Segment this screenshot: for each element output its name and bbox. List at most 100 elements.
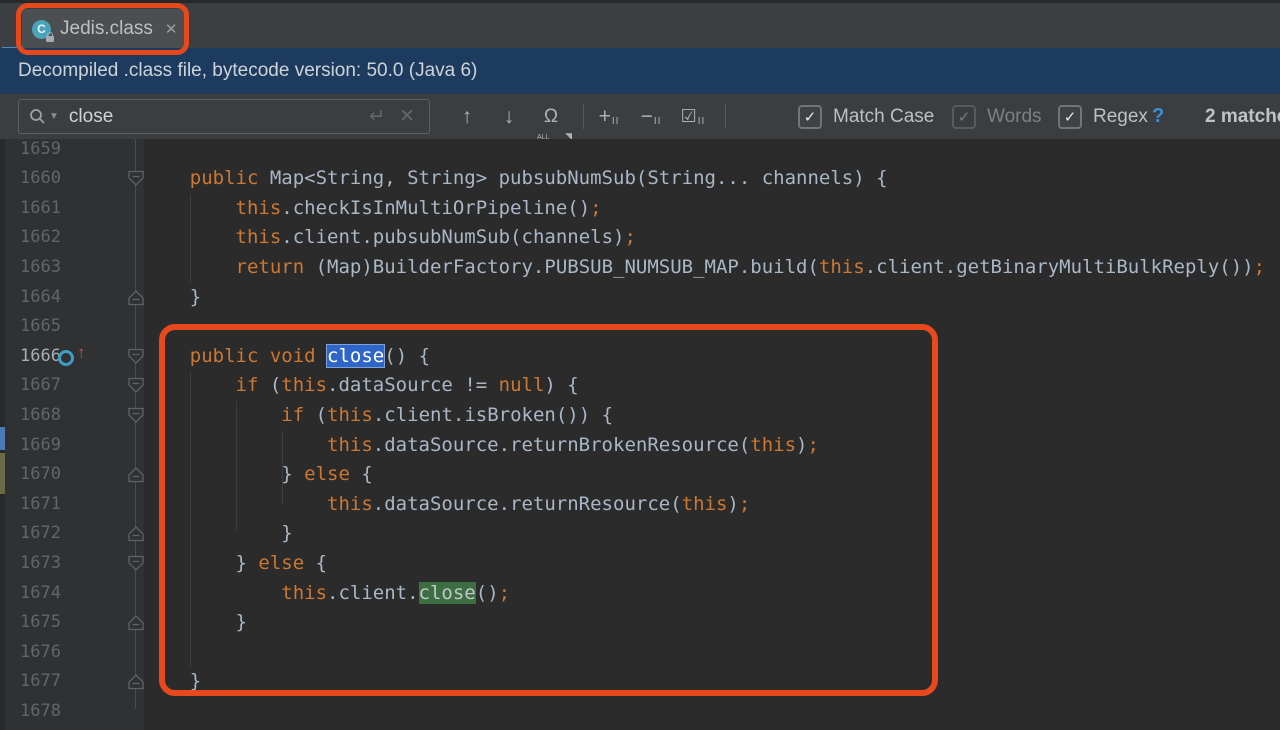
code-editor[interactable]: 1659 1660 public Map<String, String> pubs… [0,139,1280,730]
code-line: 1677 } [0,667,1280,697]
code-text: this.client.close(); [144,581,511,604]
code-line: 1670 } else { [0,460,1280,490]
toolbar-separator [583,104,584,129]
code-line: 1676 [0,638,1280,668]
code-text: this.client.pubsubNumSub(channels); [144,226,636,249]
line-number: 1676 [20,641,61,662]
code-line: 1678 [0,697,1280,727]
line-number: 1661 [20,197,61,218]
clear-search-icon[interactable]: ✕ [399,105,415,128]
code-line: 1675 } [0,608,1280,638]
next-occurrence-button[interactable]: ↓ [497,94,521,139]
line-number: 1672 [20,523,61,544]
fold-region-start-icon[interactable] [126,555,146,577]
search-field[interactable]: ▼ close ↵ ✕ [18,99,430,134]
fold-region-end-icon[interactable] [126,614,146,636]
toggle-match-case[interactable]: ✓ Match Case [798,94,934,139]
line-number: 1677 [20,671,61,692]
code-text: this.dataSource.returnBrokenResource(thi… [144,433,819,456]
code-line: 1668 if (this.client.isBroken()) { [0,401,1280,431]
code-text: this.dataSource.returnResource(this); [144,492,751,515]
search-history-dropdown-icon[interactable]: ▼ [49,111,59,122]
code-line: 1674 this.client.close(); [0,579,1280,609]
regex-help-icon[interactable]: ? [1152,94,1164,139]
tab-jedis-class[interactable]: C Jedis.class ✕ [22,9,188,49]
toolbar-separator [725,104,726,129]
fold-region-start-icon[interactable] [126,407,146,429]
search-magnifier-icon[interactable]: ▼ [29,108,59,126]
code-line: 1659 [0,139,1280,164]
code-line: 1666 ↑ public void close() { [0,342,1280,372]
line-number: 1673 [20,552,61,573]
code-line: 1663 return (Map)BuilderFactory.PUBSUB_N… [0,253,1280,283]
fold-region-end-icon[interactable] [126,289,146,311]
code-line: 1661 this.checkIsInMultiOrPipeline(); [0,194,1280,224]
words-checkbox-icon[interactable]: ✓ [952,104,976,129]
select-all-occurrences-button[interactable]: ☑ II [676,94,710,139]
fold-region-start-icon[interactable] [126,170,146,192]
code-text: if (this.client.isBroken()) { [144,403,614,426]
fold-region-end-icon[interactable] [126,673,146,695]
code-text: } [144,522,293,545]
line-number: 1674 [20,582,61,603]
match-case-checkbox-icon[interactable]: ✓ [798,104,822,129]
code-line: 1660 public Map<String, String> pubsubNu… [0,164,1280,194]
search-status: 2 matches [1205,105,1280,127]
code-text: } [144,670,202,693]
line-number: 1667 [20,375,61,396]
decompiler-notification-banner: Decompiled .class file, bytecode version… [0,48,1280,94]
line-number: 1671 [20,493,61,514]
line-number: 1659 [20,139,61,159]
toggle-regex[interactable]: ✓ Regex [1058,94,1148,139]
line-number: 1663 [20,256,61,277]
line-number: 1670 [20,464,61,485]
line-number: 1665 [20,316,61,337]
line-number: 1669 [20,434,61,455]
code-text: public void setDataSource(Pool<Jedis> je… [144,727,1117,730]
code-line: 1664 } [0,283,1280,313]
tab-close-icon[interactable]: ✕ [165,20,178,38]
code-line: 1662 this.client.pubsubNumSub(channels); [0,223,1280,253]
code-text: } [144,611,247,634]
class-file-icon: C [32,19,54,42]
previous-occurrence-button[interactable]: ↑ [455,94,479,139]
remove-selection-button[interactable]: − II [636,94,666,139]
code-text: return (Map)BuilderFactory.PUBSUB_NUMSUB… [144,255,1266,278]
find-toolbar: ▼ close ↵ ✕ ↑ ↓ ΩALL◥ +II −II ☑II ▼ ✓ Ma… [0,94,1280,186]
code-text: public void close() { [144,344,431,367]
toggle-words[interactable]: ✓ Words [952,94,1042,139]
line-number: 1668 [20,404,61,425]
search-input[interactable]: close [69,106,369,128]
readonly-lock-icon [46,31,54,42]
line-number: 1678 [20,700,61,721]
line-number: 1664 [20,286,61,307]
banner-text: Decompiled .class file, bytecode version… [18,60,478,81]
line-number: 1660 [20,168,61,189]
overridden-method-marker-icon[interactable]: ↑ [58,343,94,367]
find-all-button[interactable]: Ω ALL ◥ [536,94,572,142]
code-line: 1671 this.dataSource.returnResource(this… [0,490,1280,520]
editor-tab-bar: C Jedis.class ✕ [0,0,1280,55]
code-text: if (this.dataSource != null) { [144,374,579,397]
fold-region-end-icon[interactable] [126,525,146,547]
code-line: 1672 } [0,519,1280,549]
code-text: } [144,285,202,308]
code-line: 1665 [0,312,1280,342]
code-text: } else { [144,551,328,574]
add-selection-button[interactable]: + II [594,94,624,139]
fold-region-start-icon[interactable] [126,377,146,399]
code-text: public Map<String, String> pubsubNumSub(… [144,167,888,190]
code-line: 1679 public void setDataSource(Pool<Jedi… [0,727,1280,730]
code-line: 1673 } else { [0,549,1280,579]
code-text: this.checkIsInMultiOrPipeline(); [144,196,602,219]
line-number: 1662 [20,227,61,248]
fold-region-start-icon[interactable] [126,348,146,370]
line-number: 1675 [20,612,61,633]
code-line: 1669 this.dataSource.returnBrokenResourc… [0,431,1280,461]
insert-newline-icon[interactable]: ↵ [369,105,385,128]
line-number: 1666 [20,345,61,366]
tab-title: Jedis.class [60,18,153,39]
regex-checkbox-icon[interactable]: ✓ [1058,104,1082,129]
fold-region-end-icon[interactable] [126,466,146,488]
code-text: } else { [144,463,373,486]
